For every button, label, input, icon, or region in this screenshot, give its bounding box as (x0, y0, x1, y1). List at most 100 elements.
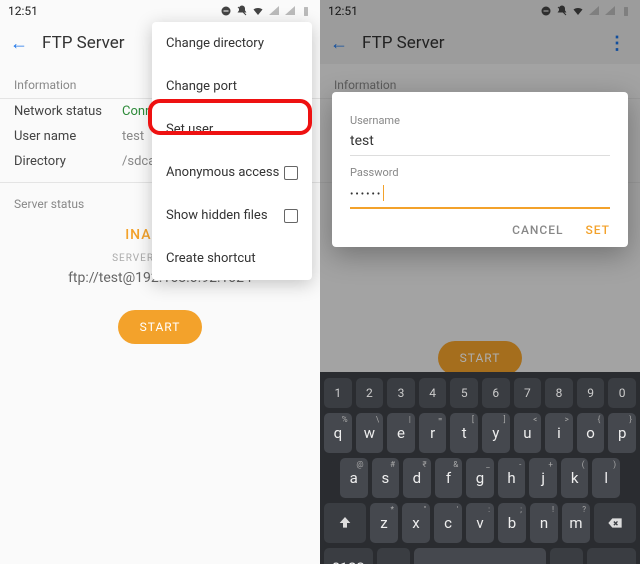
key-2[interactable]: 2 (356, 378, 384, 408)
menu-item-label: Show hidden files (166, 208, 268, 223)
key-5[interactable]: 5 (450, 378, 478, 408)
key-3[interactable]: 3 (387, 378, 415, 408)
key-row-2: a@s#d₹f&g_h-j+k(l) (324, 458, 636, 498)
key-superscript: < (533, 415, 537, 424)
key-j[interactable]: j+ (529, 458, 557, 498)
key-superscript: \ (376, 415, 379, 424)
checkbox-icon[interactable] (284, 166, 298, 180)
key-superscript: - (519, 460, 521, 469)
key-l[interactable]: l) (592, 458, 620, 498)
menu-anonymous-access[interactable]: Anonymous access (152, 151, 312, 194)
key-9[interactable]: 9 (577, 378, 605, 408)
key-space[interactable] (414, 548, 546, 564)
key-d[interactable]: d₹ (403, 458, 431, 498)
key-i[interactable]: i> (545, 413, 573, 453)
key-u[interactable]: u< (514, 413, 542, 453)
key-7[interactable]: 7 (514, 378, 542, 408)
shift-icon (337, 515, 353, 531)
key-superscript: ( (582, 460, 585, 469)
dnd-icon (220, 5, 232, 17)
menu-item-label: Change directory (166, 36, 264, 51)
key-o[interactable]: o{ (577, 413, 605, 453)
key-superscript: ' (457, 505, 458, 514)
key-superscript: ] (503, 415, 505, 424)
phone-right: 12:51 ← FTP Server ⋮ Information N D S S… (320, 0, 640, 564)
key-q[interactable]: q% (324, 413, 352, 453)
menu-item-label: Anonymous access (166, 165, 279, 180)
key-p[interactable]: p} (608, 413, 636, 453)
menu-item-label: Create shortcut (166, 251, 256, 266)
overflow-menu: Change directory Change port Set user An… (152, 22, 312, 280)
username-field-value: test (350, 133, 374, 149)
key-backspace[interactable] (594, 503, 636, 543)
key-c[interactable]: c' (434, 503, 462, 543)
menu-item-label: Set user (166, 122, 213, 137)
key-symbols[interactable]: ?123 (324, 548, 373, 564)
key-z[interactable]: z* (370, 503, 398, 543)
key-n[interactable]: n! (530, 503, 558, 543)
enter-icon (603, 560, 619, 564)
key-superscript: ) (613, 460, 616, 469)
password-field[interactable]: •••••• (350, 179, 610, 209)
key-superscript: " (423, 505, 426, 514)
key-superscript: @ (356, 460, 363, 469)
key-h[interactable]: h- (498, 458, 526, 498)
start-button[interactable]: START (118, 310, 203, 344)
key-superscript: + (548, 460, 553, 469)
menu-create-shortcut[interactable]: Create shortcut (152, 237, 312, 280)
back-button[interactable]: ← (10, 33, 28, 54)
username-field[interactable]: test (350, 127, 610, 156)
key-enter[interactable] (587, 548, 636, 564)
soft-keyboard: 1234567890 q%w\e|r=t[y]u<i>o{p} a@s#d₹f&… (320, 372, 640, 564)
menu-set-user[interactable]: Set user (152, 108, 312, 151)
menu-item-label: Change port (166, 79, 237, 94)
key-m[interactable]: m? (562, 503, 590, 543)
key-f[interactable]: f& (435, 458, 463, 498)
key-y[interactable]: y] (482, 413, 510, 453)
signal-icon (268, 5, 280, 17)
key-a[interactable]: a@ (340, 458, 368, 498)
key-0[interactable]: 0 (608, 378, 636, 408)
key-s[interactable]: s# (372, 458, 400, 498)
key-w[interactable]: w\ (356, 413, 384, 453)
cancel-button[interactable]: CANCEL (512, 223, 563, 237)
key-superscript: > (565, 415, 569, 424)
key-x[interactable]: x" (402, 503, 430, 543)
key-8[interactable]: 8 (545, 378, 573, 408)
set-user-dialog: Username test Password •••••• CANCEL SET (332, 92, 628, 247)
key-superscript: # (390, 460, 395, 469)
wifi-icon (252, 5, 264, 17)
key-comma[interactable]: , (377, 548, 410, 564)
menu-change-port[interactable]: Change port (152, 65, 312, 108)
username-key: User name (14, 129, 122, 144)
key-shift[interactable] (324, 503, 366, 543)
key-v[interactable]: v: (466, 503, 494, 543)
key-row-1: q%w\e|r=t[y]u<i>o{p} (324, 413, 636, 453)
key-t[interactable]: t[ (450, 413, 478, 453)
key-g[interactable]: g_ (466, 458, 494, 498)
key-row-numbers: 1234567890 (324, 378, 636, 408)
key-b[interactable]: b; (498, 503, 526, 543)
key-r[interactable]: r= (419, 413, 447, 453)
text-cursor (383, 185, 384, 201)
mute-icon (236, 5, 248, 17)
username-value: test (122, 129, 144, 144)
status-bar: 12:51 (0, 0, 320, 22)
key-superscript: _ (486, 460, 490, 469)
key-period[interactable]: . (550, 548, 583, 564)
set-button[interactable]: SET (586, 223, 610, 237)
dialog-actions: CANCEL SET (350, 223, 610, 237)
key-e[interactable]: e| (387, 413, 415, 453)
key-superscript: % (342, 415, 348, 424)
menu-show-hidden-files[interactable]: Show hidden files (152, 194, 312, 237)
key-1[interactable]: 1 (324, 378, 352, 408)
key-k[interactable]: k( (561, 458, 589, 498)
key-4[interactable]: 4 (419, 378, 447, 408)
key-superscript: [ (472, 415, 474, 424)
checkbox-icon[interactable] (284, 209, 298, 223)
key-superscript: ; (520, 505, 522, 514)
phone-left: 12:51 ← FTP Server Information Network s… (0, 0, 320, 564)
key-superscript: { (598, 415, 601, 424)
key-6[interactable]: 6 (482, 378, 510, 408)
menu-change-directory[interactable]: Change directory (152, 22, 312, 65)
